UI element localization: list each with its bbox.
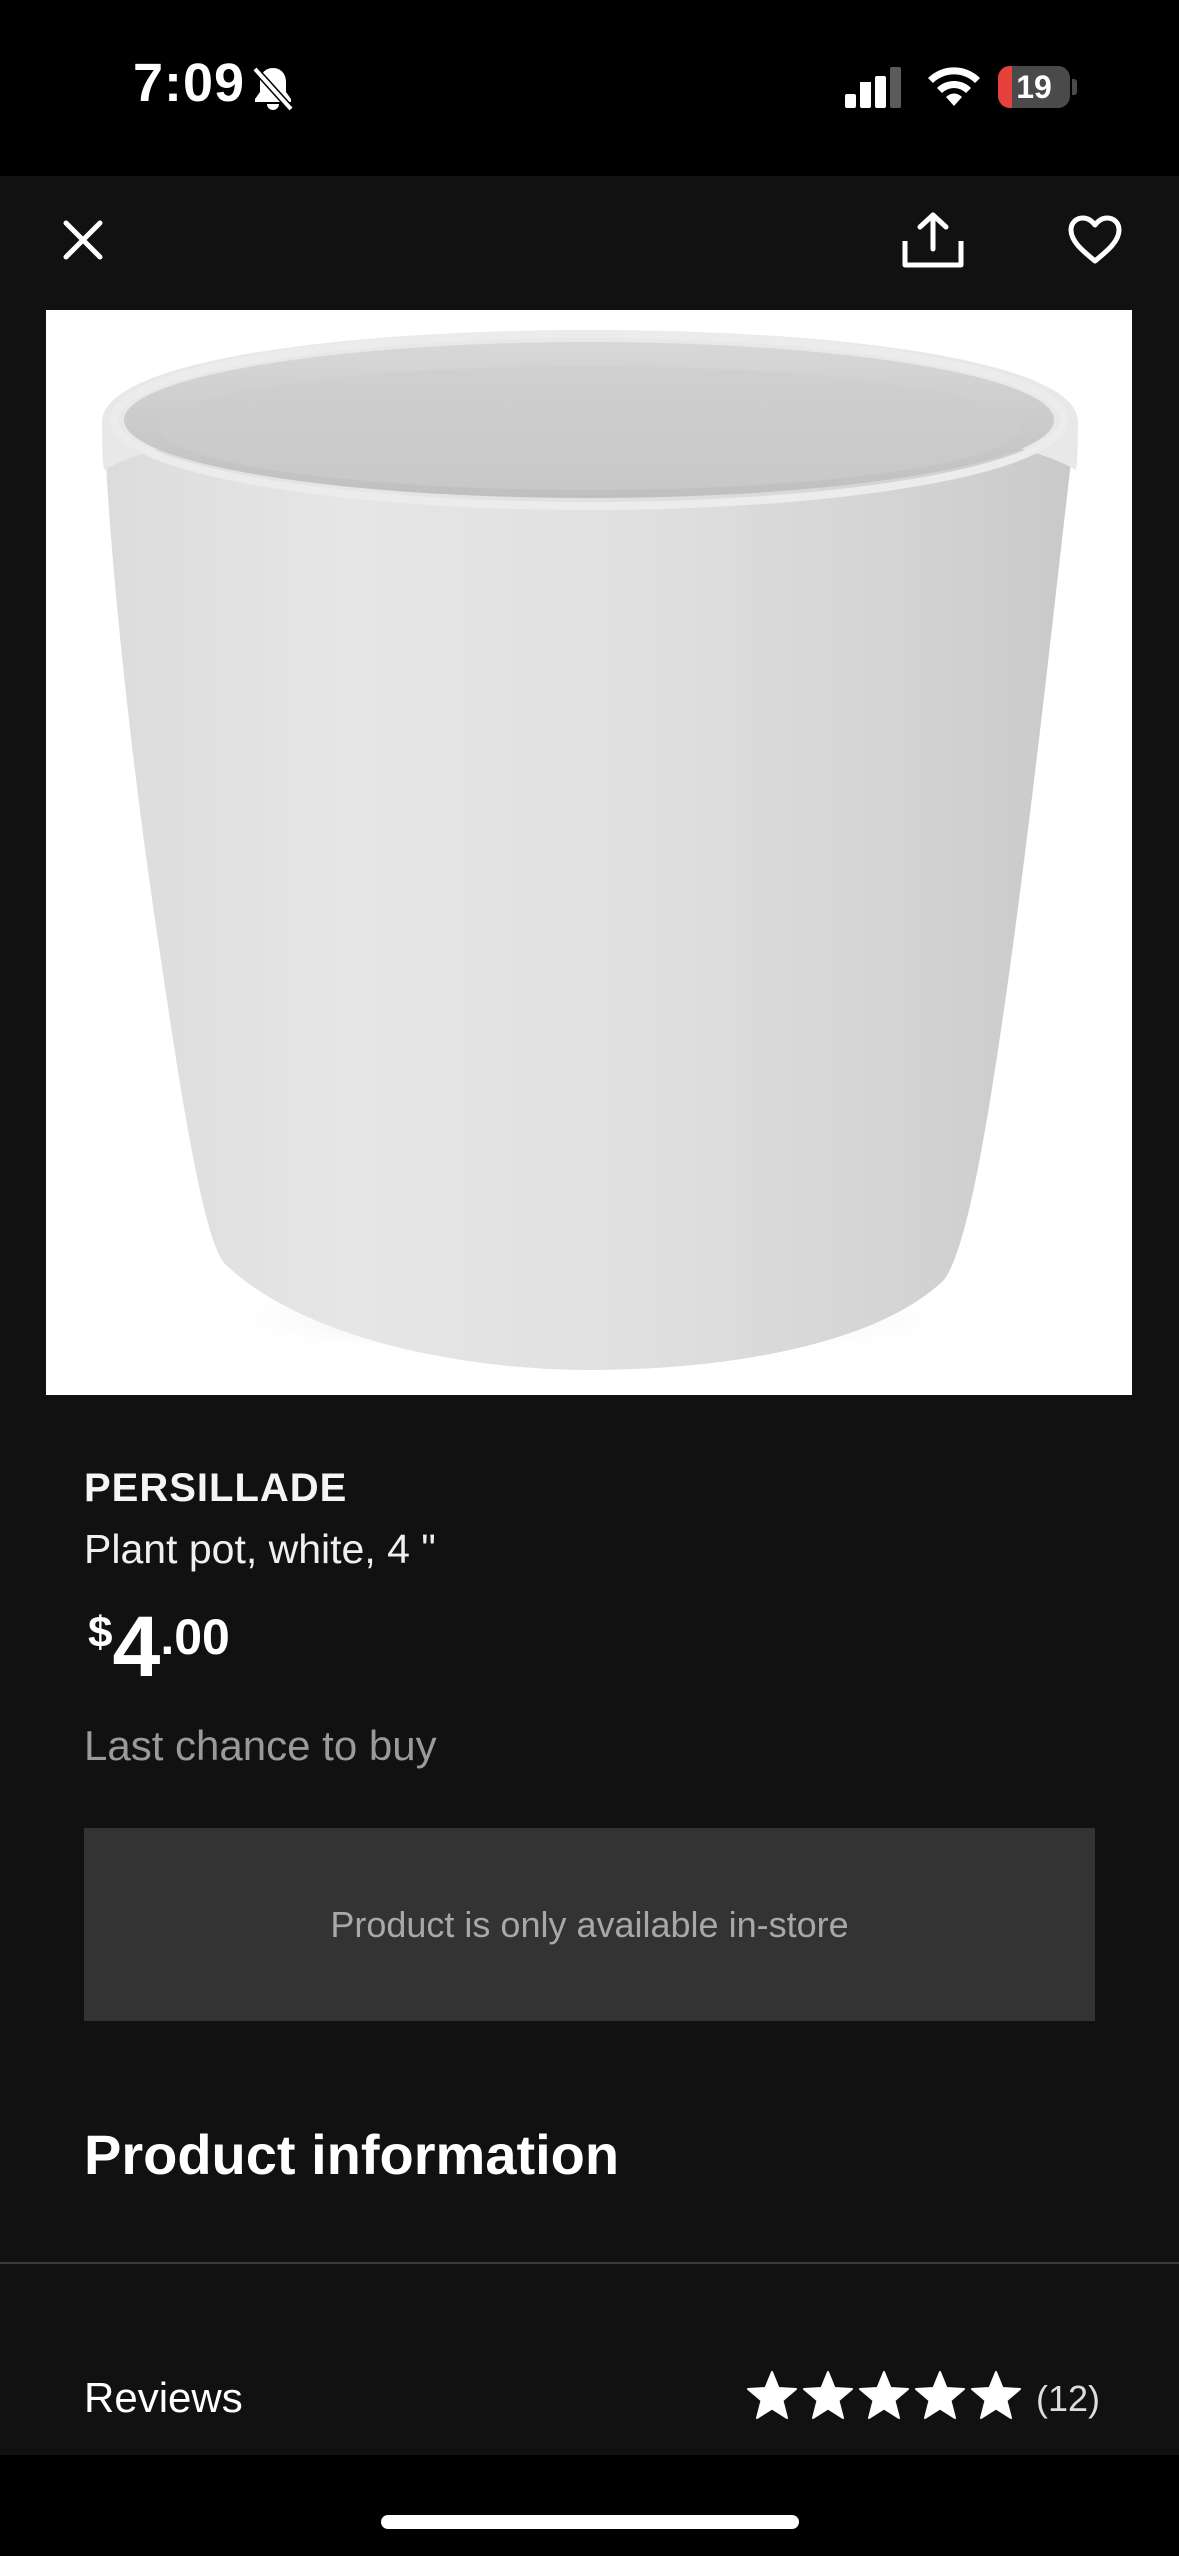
favorite-button[interactable]: [1055, 200, 1135, 280]
product-description: Plant pot, white, 4 ": [84, 1526, 436, 1572]
battery-icon: 19: [998, 66, 1077, 108]
home-bar-area: [0, 2455, 1179, 2556]
star-icon: [971, 2371, 1021, 2419]
battery-level: 19: [1016, 69, 1052, 105]
heart-icon: [1068, 215, 1122, 264]
plant-pot-image: [102, 330, 1078, 1370]
share-icon: [902, 212, 964, 268]
star-icon: [747, 2371, 797, 2419]
close-button[interactable]: [43, 200, 123, 280]
reviews-count: (12): [1036, 2378, 1101, 2419]
store-availability-text: Product is only available in-store: [330, 1903, 849, 1945]
price-decimal: .00: [160, 1609, 230, 1665]
section-divider: [0, 2262, 1179, 2264]
wifi-icon: [928, 67, 980, 106]
product-brand: PERSILLADE: [84, 1466, 348, 1510]
cellular-signal-icon: [845, 67, 901, 108]
star-icon: [915, 2371, 965, 2419]
battery-cap: [1072, 79, 1077, 95]
product-information-heading[interactable]: Product information: [84, 2122, 619, 2187]
star-icon: [859, 2371, 909, 2419]
status-bar: 7:09 19: [0, 0, 1179, 176]
reviews-row[interactable]: Reviews (12): [0, 2340, 1179, 2460]
top-bar: [0, 176, 1179, 310]
store-availability-notice: Product is only available in-store: [84, 1828, 1095, 2021]
battery-body: 19: [998, 66, 1070, 108]
price-integer: 4: [112, 1599, 161, 1695]
availability-note: Last chance to buy: [84, 1722, 437, 1769]
close-icon: [63, 220, 103, 260]
product-price: $4.00: [88, 1598, 230, 1697]
bell-slash-icon: [252, 66, 294, 112]
home-indicator[interactable]: [381, 2515, 799, 2529]
price-currency: $: [88, 1608, 113, 1657]
status-time: 7:09: [133, 53, 246, 113]
product-image[interactable]: [46, 310, 1132, 1395]
reviews-label: Reviews: [84, 2374, 243, 2421]
rating-stars: [746, 2370, 1022, 2426]
share-button[interactable]: [893, 200, 973, 280]
star-icon: [803, 2371, 853, 2419]
